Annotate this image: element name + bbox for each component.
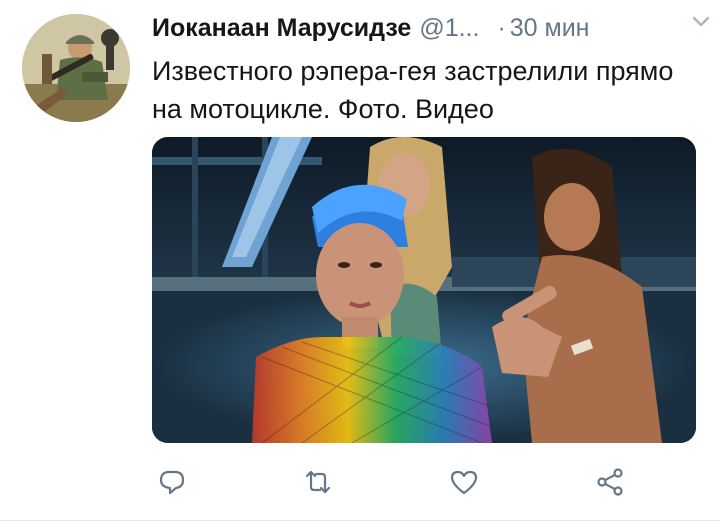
more-options-caret[interactable]: [690, 10, 712, 32]
share-icon: [597, 468, 623, 496]
reply-icon: [159, 470, 185, 495]
reply-button[interactable]: [152, 462, 192, 502]
retweet-icon: [305, 470, 331, 494]
chevron-down-icon: [692, 16, 710, 27]
tweet-text: Известного рэпера-гея застрелили прямо н…: [152, 56, 674, 124]
author-display-name[interactable]: Иоканаан Марусидзе: [152, 14, 411, 43]
author-avatar[interactable]: [22, 14, 130, 122]
like-button[interactable]: [444, 462, 484, 502]
tweet-media-photo[interactable]: [152, 137, 696, 443]
tweet-divider: [0, 520, 720, 521]
header-separator: ·: [497, 13, 506, 42]
tweet-actions-bar: [152, 462, 696, 502]
retweet-button[interactable]: [298, 462, 338, 502]
tweet-timestamp[interactable]: 30 мин: [510, 14, 590, 43]
heart-icon: [450, 470, 478, 495]
share-button[interactable]: [590, 462, 630, 502]
author-handle[interactable]: @1...: [419, 14, 479, 43]
tweet-card[interactable]: Иоканаан Марусидзе @1... · 30 мин Извест…: [0, 0, 720, 528]
media-image: [152, 137, 696, 443]
avatar-image: [22, 14, 130, 122]
tweet-header: Иоканаан Марусидзе @1... · 30 мин: [152, 10, 702, 46]
